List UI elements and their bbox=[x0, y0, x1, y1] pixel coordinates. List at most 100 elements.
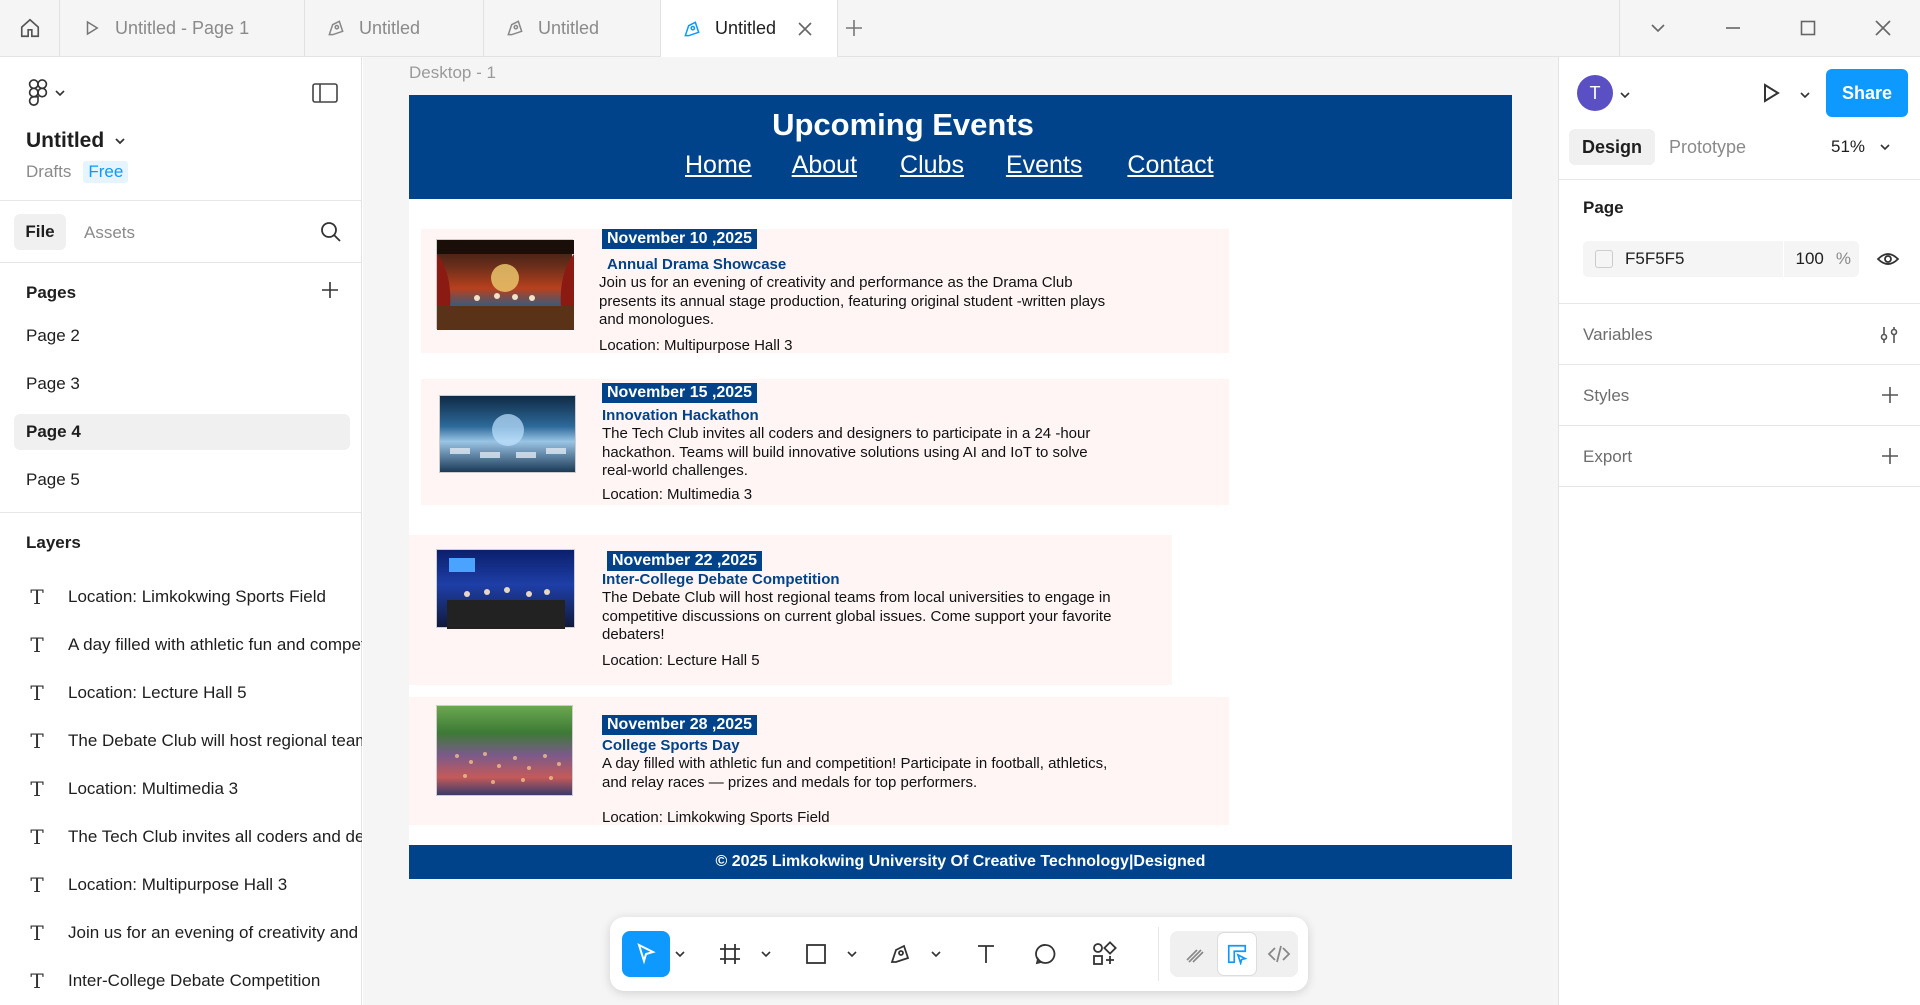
layer-label: Location: Lecture Hall 5 bbox=[68, 683, 247, 702]
layer-item[interactable]: T Inter-College Debate Competition bbox=[28, 966, 362, 996]
chevron-down-icon bbox=[115, 138, 125, 145]
nav-clubs-link[interactable]: Clubs bbox=[900, 151, 964, 180]
export-heading[interactable]: Export bbox=[1583, 447, 1632, 467]
frame-tool-dropdown[interactable] bbox=[758, 931, 774, 977]
tab-untitled-2[interactable]: Untitled bbox=[305, 0, 484, 56]
tab-untitled-page-1[interactable]: Untitled - Page 1 bbox=[61, 0, 305, 56]
page-opacity-value[interactable]: 100 bbox=[1796, 249, 1824, 269]
drafts-link[interactable]: Drafts bbox=[26, 162, 71, 182]
plan-badge[interactable]: Free bbox=[83, 161, 129, 183]
search-icon bbox=[321, 222, 341, 242]
dev-mode-button[interactable] bbox=[1260, 931, 1298, 977]
text-layer-icon: T bbox=[30, 729, 44, 753]
present-icon[interactable] bbox=[1759, 81, 1783, 105]
file-name[interactable]: Untitled bbox=[26, 129, 126, 153]
design-mode-icon bbox=[1227, 944, 1248, 965]
frame-label[interactable]: Desktop - 1 bbox=[409, 63, 496, 83]
close-window-button[interactable] bbox=[1871, 16, 1895, 40]
event-title: Innovation Hackathon bbox=[602, 407, 759, 424]
layer-item[interactable]: T Location: Multimedia 3 bbox=[28, 774, 362, 804]
desktop-frame[interactable]: Upcoming Events Home About Clubs Events … bbox=[409, 95, 1512, 879]
tab-prototype[interactable]: Prototype bbox=[1669, 137, 1746, 158]
close-tab-icon[interactable] bbox=[794, 18, 816, 40]
comment-tool-button[interactable] bbox=[1026, 931, 1066, 977]
layer-item[interactable]: T Join us for an evening of creativity an… bbox=[28, 918, 362, 948]
event-card[interactable]: November 10 ,2025 Annual Drama Showcase … bbox=[421, 229, 1229, 354]
event-card[interactable]: November 28 ,2025 College Sports Day A d… bbox=[409, 697, 1229, 826]
toggle-sidebar-button[interactable] bbox=[312, 83, 338, 108]
event-title: Inter-College Debate Competition bbox=[602, 571, 840, 588]
file-name-label: Untitled bbox=[26, 129, 105, 152]
event-card[interactable]: November 15 ,2025 Innovation Hackathon T… bbox=[421, 379, 1229, 505]
chevron-down-icon[interactable] bbox=[1799, 89, 1811, 101]
draw-mode-button[interactable] bbox=[1176, 931, 1214, 977]
page-item-3[interactable]: Page 3 bbox=[14, 366, 350, 402]
text-layer-icon: T bbox=[30, 585, 44, 609]
pen-tool-dropdown[interactable] bbox=[928, 931, 944, 977]
plus-icon[interactable] bbox=[1880, 385, 1900, 405]
event-card[interactable]: November 22 ,2025 Inter-College Debate C… bbox=[409, 535, 1172, 685]
canvas[interactable]: Desktop - 1 Upcoming Events Home About C… bbox=[363, 57, 1558, 1005]
search-button[interactable] bbox=[320, 221, 342, 248]
nav-events-link[interactable]: Events bbox=[1006, 151, 1082, 180]
pen-icon bbox=[681, 18, 703, 40]
text-layer-icon: T bbox=[30, 633, 44, 657]
actions-tool-button[interactable] bbox=[1084, 931, 1124, 977]
page-item-5[interactable]: Page 5 bbox=[14, 462, 350, 498]
minimize-button[interactable] bbox=[1721, 16, 1745, 40]
frame-tool-button[interactable] bbox=[710, 931, 750, 977]
page-color-field[interactable]: F5F5F5 100 % bbox=[1583, 241, 1859, 277]
shape-tool-dropdown[interactable] bbox=[844, 931, 860, 977]
nav-home-link[interactable]: Home bbox=[685, 151, 752, 180]
new-tab-button[interactable] bbox=[842, 16, 866, 40]
eye-icon[interactable] bbox=[1877, 251, 1899, 267]
move-tool-button[interactable] bbox=[622, 931, 670, 977]
nav-about-link[interactable]: About bbox=[792, 151, 857, 180]
text-tool-button[interactable] bbox=[966, 931, 1006, 977]
tab-assets[interactable]: Assets bbox=[84, 223, 135, 243]
share-button[interactable]: Share bbox=[1826, 69, 1908, 117]
site-header[interactable]: Upcoming Events Home About Clubs Events … bbox=[409, 95, 1512, 199]
layer-item[interactable]: T A day filled with athletic fun and comp… bbox=[28, 630, 362, 660]
plus-icon[interactable] bbox=[1880, 446, 1900, 466]
text-layer-icon: T bbox=[30, 873, 44, 897]
variables-heading[interactable]: Variables bbox=[1583, 325, 1653, 345]
event-description: The Tech Club invites all coders and des… bbox=[602, 425, 1091, 479]
layer-item[interactable]: T Location: Lecture Hall 5 bbox=[28, 678, 362, 708]
chevron-down-icon[interactable] bbox=[1619, 89, 1631, 101]
page-item-2[interactable]: Page 2 bbox=[14, 318, 350, 354]
chevron-down-icon bbox=[55, 90, 65, 97]
layer-item[interactable]: T Location: Multipurpose Hall 3 bbox=[28, 870, 362, 900]
tab-file[interactable]: File bbox=[14, 214, 66, 250]
layer-label: Location: Multipurpose Hall 3 bbox=[68, 875, 288, 894]
move-tool-dropdown[interactable] bbox=[672, 931, 688, 977]
divider bbox=[1559, 179, 1920, 180]
tab-untitled-3[interactable]: Untitled bbox=[484, 0, 661, 56]
page-item-4[interactable]: Page 4 bbox=[14, 414, 350, 450]
tab-untitled-active[interactable]: Untitled bbox=[661, 0, 838, 57]
nav-contact-link[interactable]: Contact bbox=[1127, 151, 1213, 180]
variables-settings-icon[interactable] bbox=[1879, 325, 1899, 345]
maximize-button[interactable] bbox=[1796, 16, 1820, 40]
event-title: Annual Drama Showcase bbox=[607, 256, 787, 273]
styles-heading[interactable]: Styles bbox=[1583, 386, 1629, 406]
tabs-dropdown-button[interactable] bbox=[1646, 16, 1670, 40]
rectangle-tool-button[interactable] bbox=[796, 931, 836, 977]
pen-tool-button[interactable] bbox=[880, 931, 920, 977]
layer-item[interactable]: T Location: Limkokwing Sports Field bbox=[28, 582, 362, 612]
sports-crowd-illustration bbox=[455, 752, 561, 784]
play-icon bbox=[81, 17, 103, 39]
home-button[interactable] bbox=[0, 0, 60, 56]
main-menu-button[interactable] bbox=[28, 79, 66, 107]
layer-item[interactable]: T The Debate Club will host regional team… bbox=[28, 726, 362, 756]
layer-item[interactable]: T The Tech Club invites all coders and de… bbox=[28, 822, 362, 852]
design-mode-button[interactable] bbox=[1218, 933, 1256, 975]
color-swatch[interactable] bbox=[1595, 250, 1613, 268]
add-page-button[interactable] bbox=[320, 280, 340, 305]
site-footer[interactable]: © 2025 Limkokwing University Of Creative… bbox=[409, 845, 1512, 879]
zoom-dropdown[interactable]: 51% bbox=[1831, 137, 1891, 157]
avatar[interactable]: T bbox=[1577, 75, 1613, 111]
stage-illustration bbox=[437, 240, 574, 330]
page-color-value[interactable]: F5F5F5 bbox=[1625, 249, 1685, 269]
tab-design[interactable]: Design bbox=[1569, 129, 1655, 165]
